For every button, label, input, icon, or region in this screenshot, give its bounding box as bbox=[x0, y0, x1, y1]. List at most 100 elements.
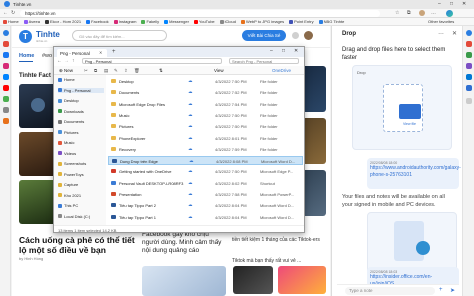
nav-item[interactable]: Pictures bbox=[58, 130, 78, 135]
favorite-item[interactable]: Messenger bbox=[164, 19, 189, 24]
close-tab-icon[interactable]: ✕ bbox=[99, 50, 102, 55]
file-row[interactable]: Presentation ☁ 4/3/2022 7:58 PM Microsoft P… bbox=[108, 190, 303, 199]
onedrive-button[interactable]: OneDrive bbox=[272, 68, 291, 73]
nav-item[interactable]: Videos bbox=[58, 151, 76, 156]
nav-item[interactable]: Local Disk (C:) bbox=[58, 214, 90, 219]
nav-item[interactable]: Screenshots bbox=[58, 161, 86, 166]
profile-avatar[interactable] bbox=[419, 10, 425, 16]
close-icon[interactable]: ✕ bbox=[462, 1, 466, 7]
maximize-icon[interactable]: □ bbox=[282, 48, 285, 54]
favorite-item[interactable]: YouTube bbox=[193, 19, 215, 24]
file-row[interactable]: Desktop ☁ 4/3/2022 7:50 PM File folder bbox=[108, 77, 303, 86]
tinhte-logo[interactable]: T bbox=[19, 30, 32, 43]
tab-icon[interactable] bbox=[3, 107, 9, 113]
copy-icon[interactable]: ⧉ bbox=[94, 68, 97, 73]
tools-icon[interactable] bbox=[466, 52, 472, 58]
up-icon[interactable]: ↑ bbox=[72, 58, 75, 64]
close-icon[interactable]: ✕ bbox=[294, 48, 298, 54]
drop-icon[interactable] bbox=[466, 85, 472, 91]
browser-tab-title[interactable]: Tinhte.vn bbox=[13, 2, 31, 7]
youtube-tab-icon[interactable] bbox=[3, 85, 9, 91]
note-input[interactable]: Type a note bbox=[345, 287, 435, 295]
tinhte-tab-icon[interactable] bbox=[3, 30, 9, 36]
favorite-item[interactable]: Elcor - Hom 2021 bbox=[44, 19, 81, 24]
nav-item[interactable]: Capture bbox=[58, 182, 78, 187]
url-field[interactable]: https://tinhte.vn bbox=[20, 10, 380, 17]
rename-icon[interactable]: ✎ bbox=[114, 68, 118, 74]
site-search-input[interactable]: Gõ vào đây để tìm kiếm... bbox=[72, 30, 167, 41]
nav-item[interactable]: Documents bbox=[58, 119, 84, 124]
back-icon[interactable]: ← bbox=[57, 58, 62, 64]
tab-hashtag[interactable]: #wo bbox=[42, 53, 52, 59]
favorite-item[interactable]: Facebook bbox=[86, 19, 109, 24]
close-icon[interactable]: ✕ bbox=[452, 30, 457, 37]
send-icon[interactable]: ➤ bbox=[450, 287, 455, 294]
messenger-tab-icon[interactable] bbox=[3, 74, 9, 80]
tab-home[interactable]: Home bbox=[19, 53, 34, 59]
explorer-search-input[interactable]: Search Png - Personal bbox=[229, 58, 299, 64]
story-card[interactable] bbox=[19, 132, 57, 176]
collections-icon[interactable]: ⧉ bbox=[407, 10, 411, 16]
other-favorites[interactable]: Other favorites bbox=[428, 19, 454, 24]
file-row[interactable]: Recovery ☁ 4/3/2022 7:59 PM File folder bbox=[108, 145, 303, 154]
notification-bell-icon[interactable] bbox=[292, 32, 299, 39]
brand-name[interactable]: Tinhte bbox=[36, 30, 60, 39]
story-card[interactable] bbox=[19, 180, 57, 224]
drop-message[interactable]: 2022/08/08 18:00 https://www.androidauth… bbox=[367, 158, 461, 189]
view-button[interactable]: View bbox=[214, 68, 224, 73]
article-title[interactable]: Tiktok mà bạn thấy rất vui vẻ ... bbox=[232, 258, 327, 265]
favorite-item[interactable]: WebP to JPG images bbox=[240, 19, 284, 24]
file-row[interactable]: Documents ☁ 4/3/2022 7:52 PM File folder bbox=[108, 88, 303, 97]
article-thumbnail[interactable] bbox=[233, 266, 273, 294]
favorite-item[interactable]: Aveea bbox=[23, 19, 40, 24]
new-button[interactable]: ⊕ New bbox=[59, 68, 73, 74]
nav-item[interactable]: This PC bbox=[58, 203, 78, 208]
file-row[interactable]: Music ☁ 4/3/2022 7:50 PM File folder bbox=[108, 111, 303, 120]
shopping-icon[interactable] bbox=[466, 41, 472, 47]
search-icon[interactable] bbox=[466, 30, 472, 36]
paste-icon[interactable]: ▤ bbox=[104, 68, 108, 74]
favorite-item[interactable]: Home bbox=[3, 19, 19, 24]
settings-more-icon[interactable]: … bbox=[431, 10, 436, 16]
favorite-item[interactable]: Fakelly bbox=[141, 19, 159, 24]
back-icon[interactable]: ← bbox=[3, 10, 8, 16]
new-tab-icon[interactable]: + bbox=[112, 49, 116, 55]
story-card[interactable] bbox=[19, 84, 57, 128]
facebook-tab-icon[interactable] bbox=[3, 52, 9, 58]
add-icon[interactable]: + bbox=[439, 287, 443, 293]
share-icon[interactable]: ⇪ bbox=[124, 68, 128, 74]
nav-item[interactable]: Downloads bbox=[58, 109, 84, 114]
favorites-star-icon[interactable]: ☆ bbox=[395, 10, 399, 16]
nav-item[interactable]: Home bbox=[58, 77, 75, 82]
tab-icon[interactable] bbox=[3, 118, 9, 124]
explorer-address-bar[interactable]: Png - Personal bbox=[82, 58, 222, 64]
article-author[interactable]: by Hinh Hồng bbox=[19, 256, 43, 261]
maximize-icon[interactable]: □ bbox=[450, 1, 453, 7]
sort-button[interactable]: ⇅ bbox=[159, 68, 163, 74]
article-title[interactable]: tiền tiết kiệm 1 tháng của các Tiktok-er… bbox=[232, 237, 327, 244]
article-thumbnail[interactable] bbox=[142, 266, 226, 296]
favorite-item[interactable]: iCloud bbox=[219, 19, 236, 24]
file-row[interactable]: Getting started with OneDrive ☁ 4/3/2022 7… bbox=[108, 167, 303, 176]
tab-icon[interactable] bbox=[3, 96, 9, 102]
favorite-item[interactable]: Point Entry bbox=[289, 19, 314, 24]
file-row[interactable]: Tiêu tap Tippo Part 1 ☁ 4/3/2022 8:04 PM Mi… bbox=[108, 213, 303, 222]
forward-icon[interactable]: → bbox=[64, 58, 69, 64]
message-link[interactable]: https://www.androidauthority.com/galaxy-… bbox=[370, 165, 461, 178]
games-icon[interactable] bbox=[466, 63, 472, 69]
minimize-icon[interactable]: – bbox=[270, 48, 273, 54]
file-row[interactable]: Personal Vault DESKTOP-LR08RF3 ☁ 4/3/2022 … bbox=[108, 179, 303, 188]
more-options-icon[interactable]: … bbox=[438, 30, 444, 36]
file-row[interactable]: Microsoft Edge Drop Files ☁ 4/3/2022 7:54 … bbox=[108, 100, 303, 109]
favorite-item[interactable]: Instagram bbox=[113, 19, 136, 24]
user-avatar[interactable] bbox=[304, 31, 313, 40]
instagram-tab-icon[interactable] bbox=[3, 63, 9, 69]
nav-item[interactable]: Kho 2021 bbox=[58, 193, 81, 198]
nav-item[interactable]: Png - Personal bbox=[58, 87, 104, 93]
minimize-icon[interactable]: – bbox=[438, 1, 441, 7]
file-row[interactable]: Dung Drop trên Edge ☁ 4/3/2022 8:08 PM Micr… bbox=[108, 156, 303, 166]
tab-icon[interactable] bbox=[3, 41, 9, 47]
add-icon[interactable] bbox=[466, 98, 472, 104]
write-post-button[interactable]: Viết Bài Chia Sẻ bbox=[242, 30, 286, 41]
file-row[interactable]: Tiêu tap Tippo Part 2 ☁ 4/3/2022 8:04 PM Mi… bbox=[108, 201, 303, 210]
